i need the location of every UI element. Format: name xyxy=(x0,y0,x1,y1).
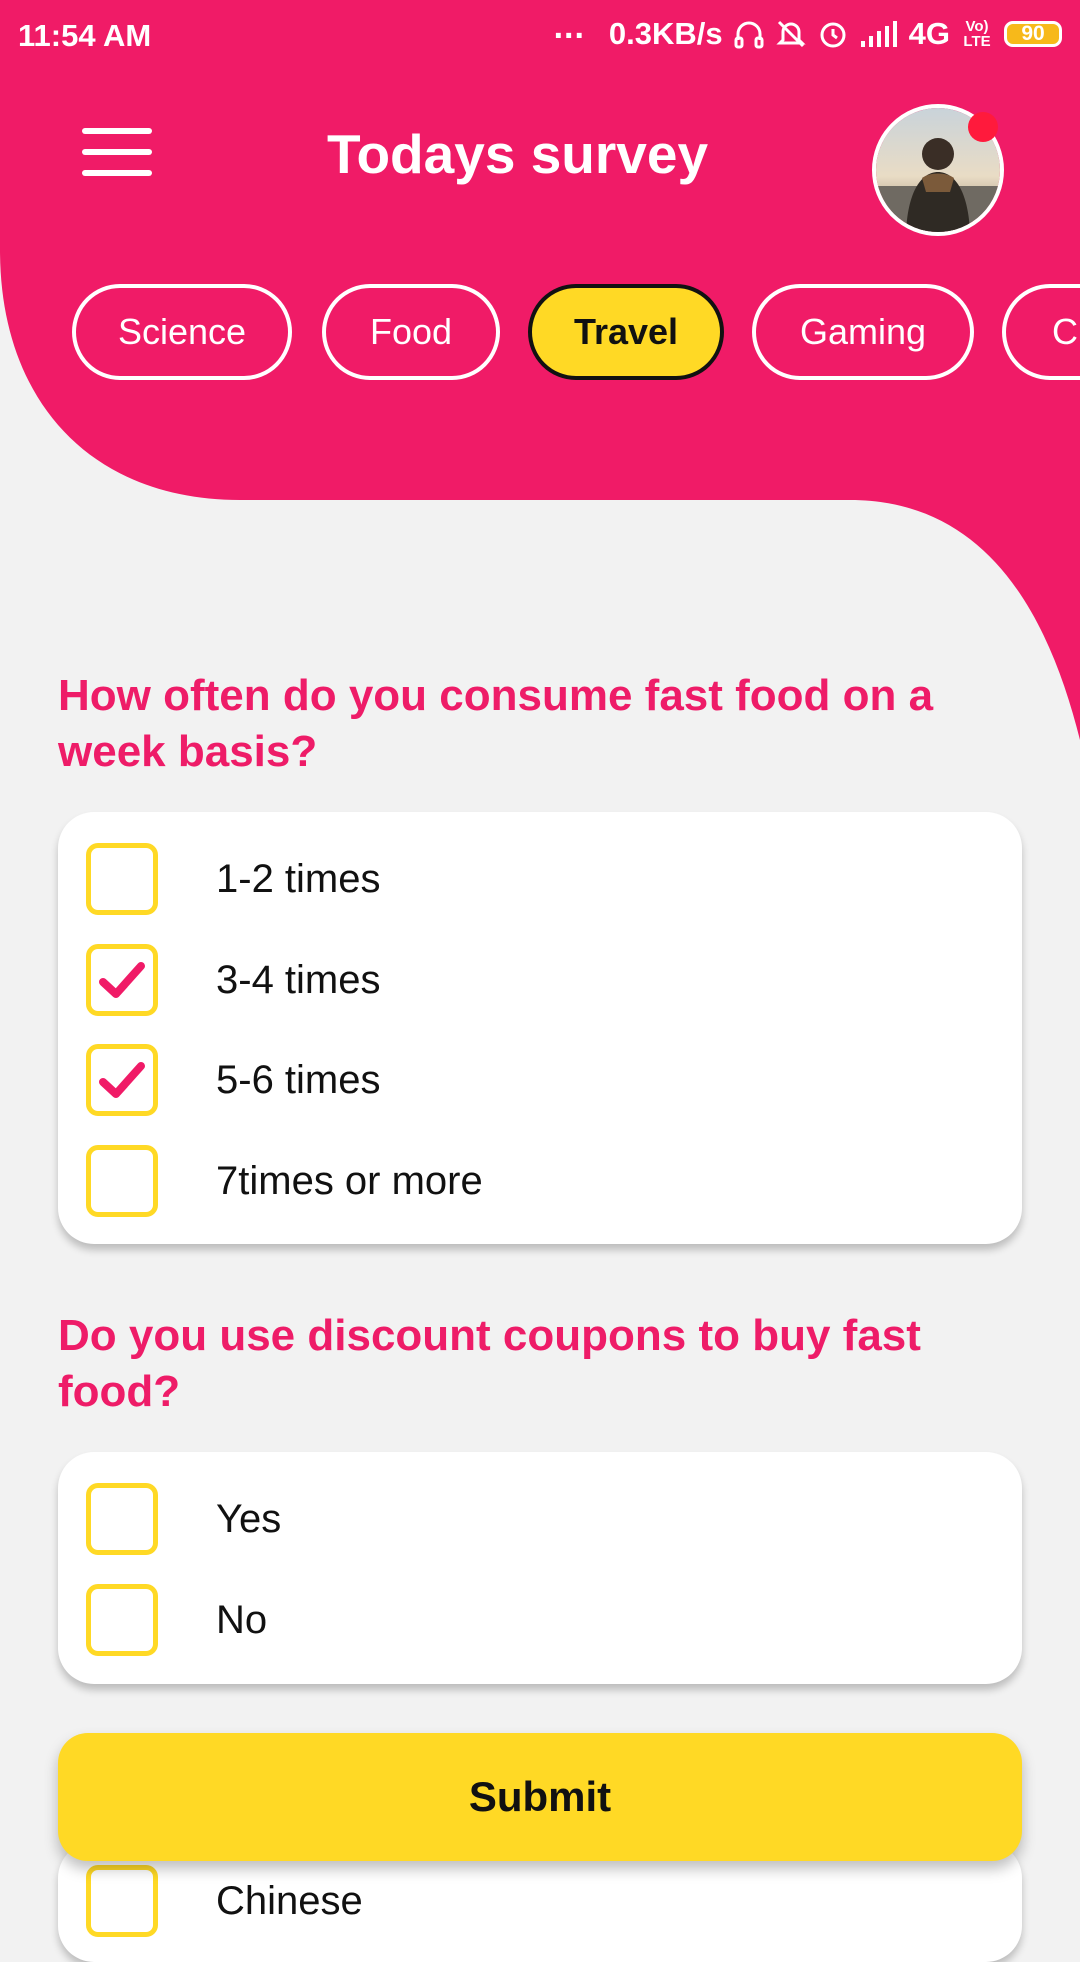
battery-icon: 90 xyxy=(1004,20,1062,47)
options-card: 1-2 times 3-4 times 5-6 times 7times or … xyxy=(58,812,1022,1244)
option-label: 3-4 times xyxy=(216,957,381,1002)
checkbox-checked[interactable] xyxy=(86,1044,158,1116)
category-tabs: Science Food Travel Gaming Cu xyxy=(0,284,1080,386)
tab-travel[interactable]: Travel xyxy=(528,284,724,380)
option-chinese[interactable]: Chinese xyxy=(86,1864,363,1938)
checkbox-checked[interactable] xyxy=(86,944,158,1016)
notification-badge xyxy=(968,112,998,142)
option-5-6-times[interactable]: 5-6 times xyxy=(86,1043,381,1117)
checkbox[interactable] xyxy=(86,1865,158,1937)
option-1-2-times[interactable]: 1-2 times xyxy=(86,842,381,916)
headphones-icon xyxy=(734,21,764,48)
option-yes[interactable]: Yes xyxy=(86,1482,281,1556)
status-time: 11:54 AM xyxy=(18,18,152,53)
option-label: 5-6 times xyxy=(216,1057,381,1102)
muted-bell-icon xyxy=(776,20,806,47)
submit-label: Submit xyxy=(468,1773,612,1820)
checkmark-icon xyxy=(99,1062,145,1098)
submit-button[interactable]: Submit xyxy=(58,1733,1022,1861)
options-card: Yes No xyxy=(58,1452,1022,1684)
tab-cu[interactable]: Cu xyxy=(1002,284,1080,380)
volte-indicator: Vo) LTE xyxy=(963,17,991,50)
checkbox[interactable] xyxy=(86,1145,158,1217)
option-label: No xyxy=(216,1597,268,1642)
checkbox[interactable] xyxy=(86,843,158,915)
network-speed: 0.3KB/s xyxy=(608,15,723,51)
tab-science[interactable]: Science xyxy=(72,284,292,380)
tab-gaming[interactable]: Gaming xyxy=(752,284,974,380)
option-no[interactable]: No xyxy=(86,1583,267,1657)
question-title: How often do you consume fast food on a … xyxy=(58,671,934,776)
checkmark-icon xyxy=(99,962,145,998)
tab-label: Science xyxy=(117,311,247,352)
status-bar: 11:54 AM ... 0.3KB/s 4G Vo) LTE 90 xyxy=(0,0,1080,74)
option-label: Chinese xyxy=(216,1878,363,1923)
option-7-times-or-more[interactable]: 7times or more xyxy=(86,1144,483,1218)
checkbox[interactable] xyxy=(86,1584,158,1656)
tab-label: Travel xyxy=(573,311,679,352)
network-type: 4G xyxy=(908,15,950,51)
option-label: 7times or more xyxy=(216,1158,483,1203)
notification-dots: ... xyxy=(553,8,585,46)
signal-icon xyxy=(860,20,897,47)
option-label: Yes xyxy=(216,1496,282,1541)
tab-food[interactable]: Food xyxy=(322,284,500,380)
status-icons: ... 0.3KB/s 4G Vo) LTE 90 xyxy=(554,8,1062,53)
battery-level: 90 xyxy=(1021,21,1045,45)
checkbox[interactable] xyxy=(86,1483,158,1555)
option-label: 1-2 times xyxy=(216,856,381,901)
tab-label: Gaming xyxy=(799,311,927,352)
alarm-icon xyxy=(820,22,846,47)
option-3-4-times[interactable]: 3-4 times xyxy=(86,943,381,1017)
tab-label: Food xyxy=(369,311,453,352)
question-title: Do you use discount coupons to buy fast … xyxy=(58,1311,921,1416)
tab-label: Cu xyxy=(1052,311,1080,352)
